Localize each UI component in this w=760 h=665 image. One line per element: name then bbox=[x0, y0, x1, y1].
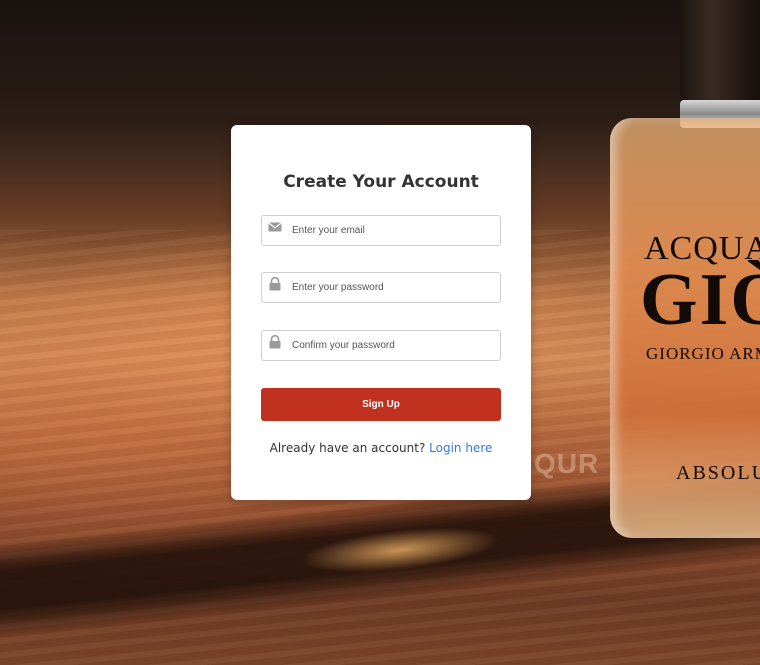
lock-icon bbox=[268, 334, 282, 349]
password-field[interactable] bbox=[261, 272, 501, 303]
envelope-icon bbox=[268, 220, 282, 232]
email-field[interactable] bbox=[261, 215, 501, 246]
bottle-label-line: GIÒ bbox=[640, 259, 760, 341]
perfume-bottle: ACQUA DI GIÒ GIORGIO ARMANI ABSOLU bbox=[610, 118, 760, 538]
login-link[interactable]: Login here bbox=[429, 441, 492, 455]
signup-card: Create Your Account Sign Up bbox=[231, 125, 531, 500]
confirm-password-field[interactable] bbox=[261, 330, 501, 361]
login-prompt-text: Already have an account? bbox=[269, 441, 430, 455]
password-input[interactable] bbox=[292, 273, 497, 302]
sign-up-button[interactable]: Sign Up bbox=[261, 388, 501, 421]
bottle-label-line: ABSOLU bbox=[676, 462, 760, 484]
login-prompt: Already have an account? Login here bbox=[231, 441, 531, 455]
perfume-bottle-cap bbox=[680, 0, 760, 112]
lock-icon bbox=[268, 276, 282, 291]
page-title: Create Your Account bbox=[283, 172, 479, 192]
email-input[interactable] bbox=[292, 216, 497, 245]
confirm-password-input[interactable] bbox=[292, 331, 497, 360]
bottle-label-line: GIORGIO ARMANI bbox=[646, 344, 760, 363]
background-ghost-text: QUR bbox=[534, 448, 600, 479]
